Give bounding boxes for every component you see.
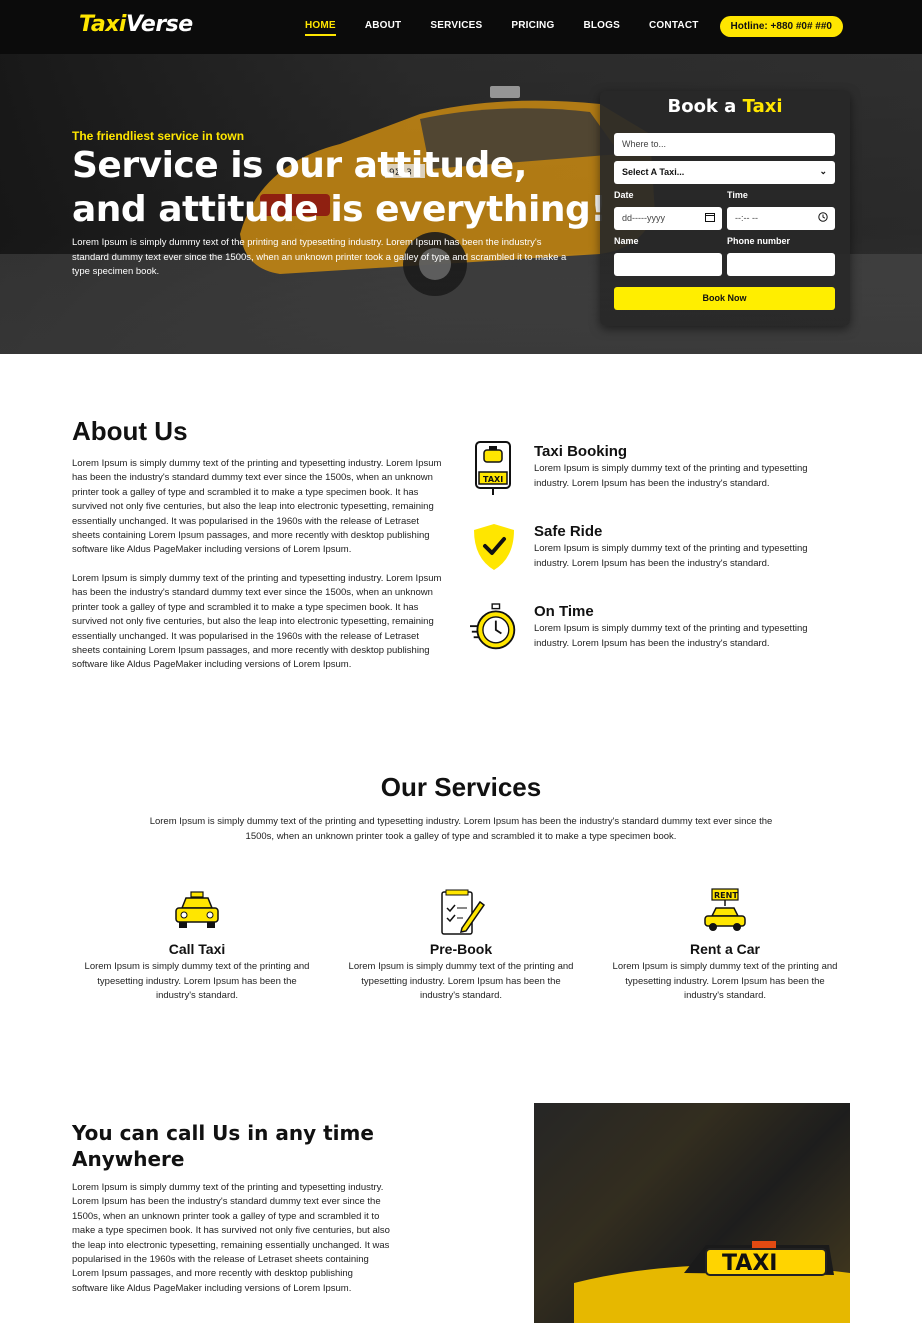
feature-text: Lorem Ipsum is simply dummy text of the … — [534, 543, 808, 569]
time-input[interactable]: --:-- -- — [727, 207, 835, 230]
rent-sign-label: RENT — [714, 891, 738, 900]
booking-title-taxi: Taxi — [742, 96, 783, 117]
phone-label: Phone number — [727, 236, 791, 246]
hotline-button[interactable]: Hotline: +880 #0# ##0 — [719, 16, 843, 37]
feature-text: Lorem Ipsum is simply dummy text of the … — [534, 463, 808, 489]
logo-taxi: Taxi — [79, 12, 126, 37]
taxi-sign-icon: TAXI — [475, 441, 511, 495]
service-name: Call Taxi — [168, 941, 226, 957]
date-input[interactable]: dd-----yyyy — [614, 207, 722, 230]
phone-input[interactable] — [727, 253, 835, 276]
name-input[interactable] — [614, 253, 722, 276]
service-name: Rent a Car — [689, 941, 761, 957]
nav-pricing[interactable]: PRICING — [511, 20, 554, 36]
nav-about[interactable]: ABOUT — [365, 20, 402, 36]
booking-title-book: Book a — [667, 96, 737, 117]
feature-title: Taxi Booking — [534, 443, 628, 460]
about-paragraph-2: Lorem Ipsum is simply dummy text of the … — [72, 573, 442, 671]
nav-home[interactable]: HOME — [305, 20, 336, 36]
about-title: About Us — [72, 416, 188, 446]
service-call-taxi: Call Taxi Lorem Ipsum is simply dummy te… — [79, 888, 315, 1004]
top-navbar: TaxiVerse HOME ABOUT SERVICES PRICING BL… — [0, 0, 922, 54]
taxi-sign-text: TAXI — [722, 1251, 777, 1276]
taxi-car-icon — [175, 891, 219, 928]
service-rent-a-car: RENT Rent a Car Lorem Ipsum is simply du… — [607, 888, 843, 1004]
book-now-button[interactable]: Book Now — [614, 287, 835, 310]
nav-services[interactable]: SERVICES — [430, 20, 482, 36]
hero-tagline: The friendliest service in town — [72, 129, 245, 143]
call-title: You can call Us in any time Anywhere — [72, 1121, 374, 1171]
services-subtitle: Lorem Ipsum is simply dummy text of the … — [149, 816, 773, 842]
rent-car-icon: RENT — [704, 888, 746, 931]
name-label: Name — [614, 236, 639, 246]
shield-check-icon — [474, 524, 514, 570]
nav-contact[interactable]: CONTACT — [649, 20, 699, 36]
time-label: Time — [727, 190, 748, 200]
services-title: Our Services — [380, 772, 542, 802]
taxi-sign-label: TAXI — [483, 475, 503, 484]
call-paragraph: Lorem Ipsum is simply dummy text of the … — [72, 1182, 390, 1294]
stopwatch-icon — [470, 603, 516, 650]
service-name: Pre-Book — [429, 941, 493, 957]
taxi-select-value: Select A Taxi... — [622, 167, 685, 177]
booking-title: Book a Taxi — [600, 96, 850, 117]
about-paragraph-1: Lorem Ipsum is simply dummy text of the … — [72, 458, 442, 556]
nav-blogs[interactable]: BLOGS — [583, 20, 620, 36]
calendar-icon[interactable] — [705, 212, 715, 222]
taxi-sign-photo: TAXI — [534, 1103, 850, 1323]
logo[interactable]: TaxiVerse — [79, 12, 193, 37]
service-pre-book: Pre-Book Lorem Ipsum is simply dummy tex… — [343, 888, 579, 1004]
logo-verse: Verse — [125, 12, 193, 37]
feature-safe-ride: Safe Ride Lorem Ipsum is simply dummy te… — [470, 520, 830, 590]
where-to-input[interactable]: Where to... — [614, 133, 835, 156]
service-text: Lorem Ipsum is simply dummy text of the … — [84, 961, 310, 1001]
service-text: Lorem Ipsum is simply dummy text of the … — [348, 961, 574, 1001]
time-input-value: --:-- -- — [735, 213, 758, 223]
hero-title: Service is our attitude, and attitude is… — [72, 145, 607, 230]
feature-on-time: On Time Lorem Ipsum is simply dummy text… — [470, 600, 830, 670]
feature-text: Lorem Ipsum is simply dummy text of the … — [534, 623, 808, 649]
feature-title: Safe Ride — [534, 523, 603, 540]
booking-form: Book a Taxi Where to... Select A Taxi...… — [600, 91, 850, 326]
feature-title: On Time — [534, 603, 594, 620]
taxi-roof-image: TAXI — [534, 1103, 850, 1323]
feature-taxi-booking: TAXI Taxi Booking Lorem Ipsum is simply … — [470, 440, 830, 510]
chevron-down-icon: ⌄ — [819, 166, 827, 176]
service-text: Lorem Ipsum is simply dummy text of the … — [612, 961, 838, 1001]
clipboard-pencil-icon — [441, 889, 486, 935]
hero-text: Lorem Ipsum is simply dummy text of the … — [72, 237, 567, 277]
taxi-select[interactable]: Select A Taxi... ⌄ — [614, 161, 835, 184]
clock-icon[interactable] — [818, 212, 828, 222]
date-label: Date — [614, 190, 634, 200]
main-menu: HOME ABOUT SERVICES PRICING BLOGS CONTAC… — [305, 20, 728, 36]
date-input-value: dd-----yyyy — [622, 213, 665, 223]
